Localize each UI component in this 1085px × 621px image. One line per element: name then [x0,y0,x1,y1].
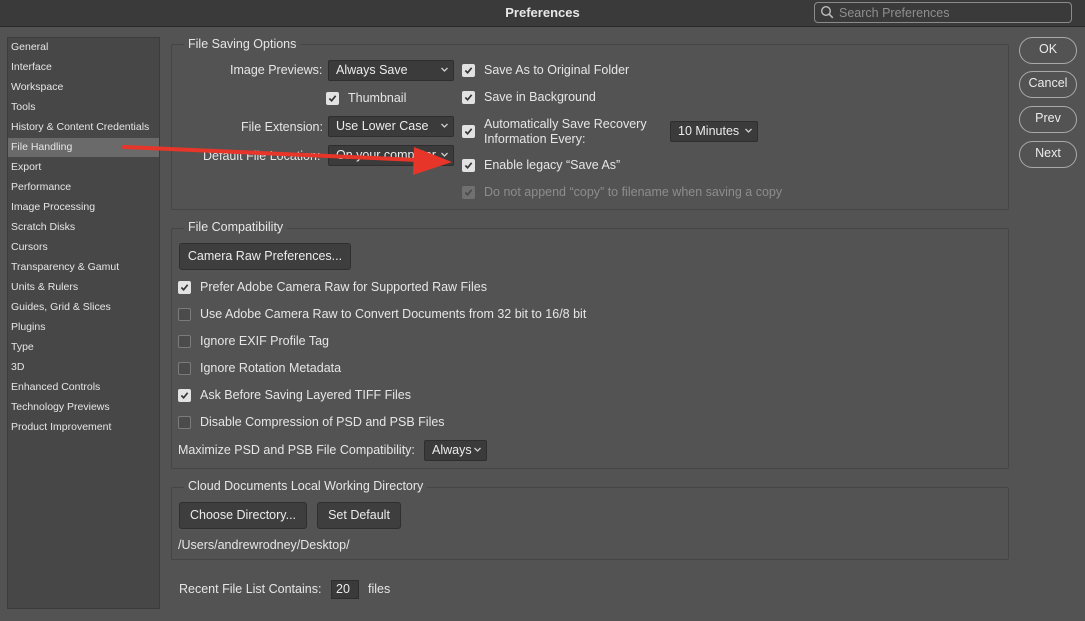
checkmark-icon [464,67,473,74]
chevron-down-icon [745,128,752,133]
checkmark-icon [180,392,189,399]
auto-save-recovery-checkbox[interactable] [462,125,475,138]
auto-save-interval-select[interactable]: 10 Minutes [670,121,758,142]
search-box[interactable] [814,2,1072,23]
prefer-acr-label: Prefer Adobe Camera Raw for Supported Ra… [200,280,487,294]
choose-directory-button[interactable]: Choose Directory... [179,502,307,529]
image-previews-label: Image Previews: [230,63,323,77]
file-extension-label: File Extension: [241,120,323,134]
cloud-directory-path: /Users/andrewrodney/Desktop/ [178,538,350,552]
ok-button[interactable]: OK [1019,37,1077,64]
checkmark-icon [464,189,473,196]
default-location-select[interactable]: On your computer [328,145,454,166]
chevron-down-icon [474,447,481,452]
checkmark-icon [180,284,189,291]
search-icon [820,5,834,19]
file-extension-select[interactable]: Use Lower Case [328,116,454,137]
checkmark-icon [328,95,337,102]
thumbnail-checkbox[interactable] [326,92,339,105]
thumbnail-label: Thumbnail [348,91,407,105]
checkmark-icon [464,94,473,101]
auto-save-label-line2: Information Every: [484,132,586,146]
search-input[interactable] [839,4,1067,21]
sidebar-item-guides[interactable]: Guides, Grid & Slices [8,298,159,317]
cancel-button[interactable]: Cancel [1019,71,1077,98]
sidebar-item-plugins[interactable]: Plugins [8,318,159,337]
prefer-acr-checkbox[interactable] [178,281,191,294]
ignore-rotation-checkbox[interactable] [178,362,191,375]
sidebar-item-file-handling[interactable]: File Handling [8,138,159,157]
save-as-original-checkbox[interactable] [462,64,475,77]
title-bar: Preferences [0,0,1085,27]
save-in-background-label: Save in Background [484,90,596,104]
image-previews-value: Always Save [336,63,408,77]
legacy-save-as-label: Enable legacy “Save As” [484,158,621,172]
sidebar-item-cursors[interactable]: Cursors [8,238,159,257]
maximize-compat-value: Always [432,443,472,457]
default-location-value: On your computer [336,148,437,162]
sidebar-item-type[interactable]: Type [8,338,159,357]
sidebar-item-export[interactable]: Export [8,158,159,177]
sidebar-item-tools[interactable]: Tools [8,98,159,117]
default-location-label: Default File Location: [203,149,321,163]
auto-save-label-line1: Automatically Save Recovery [484,117,647,131]
ignore-exif-checkbox[interactable] [178,335,191,348]
ask-layered-tiff-label: Ask Before Saving Layered TIFF Files [200,388,411,402]
sidebar-item-product-improvement[interactable]: Product Improvement [8,418,159,437]
set-default-button[interactable]: Set Default [317,502,401,529]
ignore-exif-label: Ignore EXIF Profile Tag [200,334,330,348]
sidebar-item-history[interactable]: History & Content Credentials [8,118,159,137]
chevron-down-icon [441,67,448,72]
acr-convert-32bit-label: Use Adobe Camera Raw to Convert Document… [200,307,587,321]
save-as-original-label: Save As to Original Folder [484,63,630,77]
sidebar-item-general[interactable]: General [8,38,159,57]
sidebar-item-technology-previews[interactable]: Technology Previews [8,398,159,417]
maximize-compat-label: Maximize PSD and PSB File Compatibility: [178,443,415,457]
checkmark-icon [464,162,473,169]
ignore-rotation-label: Ignore Rotation Metadata [200,361,342,375]
recent-file-list-label: Recent File List Contains: [179,582,322,596]
sidebar-item-transparency[interactable]: Transparency & Gamut [8,258,159,277]
sidebar-item-image-processing[interactable]: Image Processing [8,198,159,217]
sidebar-item-performance[interactable]: Performance [8,178,159,197]
file-compatibility-title: File Compatibility [184,220,288,234]
sidebar-item-scratch-disks[interactable]: Scratch Disks [8,218,159,237]
disable-compression-label: Disable Compression of PSD and PSB Files [200,415,445,429]
ask-layered-tiff-checkbox[interactable] [178,389,191,402]
chevron-down-icon [441,152,448,157]
prev-button[interactable]: Prev [1019,106,1077,133]
disable-compression-checkbox[interactable] [178,416,191,429]
sidebar-item-3d[interactable]: 3D [8,358,159,377]
sidebar-item-units[interactable]: Units & Rulers [8,278,159,297]
save-in-background-checkbox[interactable] [462,91,475,104]
auto-save-interval-value: 10 Minutes [678,124,740,138]
acr-convert-32bit-checkbox[interactable] [178,308,191,321]
recent-file-count-input[interactable]: 20 [331,580,359,599]
file-saving-options-title: File Saving Options [184,37,301,51]
checkmark-icon [464,128,473,135]
sidebar-item-workspace[interactable]: Workspace [8,78,159,97]
image-previews-select[interactable]: Always Save [328,60,454,81]
legacy-save-as-checkbox[interactable] [462,159,475,172]
sidebar-item-enhanced-controls[interactable]: Enhanced Controls [8,378,159,397]
sidebar: General Interface Workspace Tools Histor… [7,37,160,609]
file-extension-value: Use Lower Case [336,119,429,133]
cloud-documents-title: Cloud Documents Local Working Directory [184,479,428,493]
chevron-down-icon [441,123,448,128]
no-copy-suffix-checkbox[interactable] [462,186,475,199]
no-copy-suffix-label: Do not append “copy” to filename when sa… [484,185,783,199]
maximize-compat-select[interactable]: Always [424,440,487,461]
sidebar-item-interface[interactable]: Interface [8,58,159,77]
recent-file-suffix: files [368,582,391,596]
camera-raw-preferences-button[interactable]: Camera Raw Preferences... [179,243,351,270]
next-button[interactable]: Next [1019,141,1077,168]
